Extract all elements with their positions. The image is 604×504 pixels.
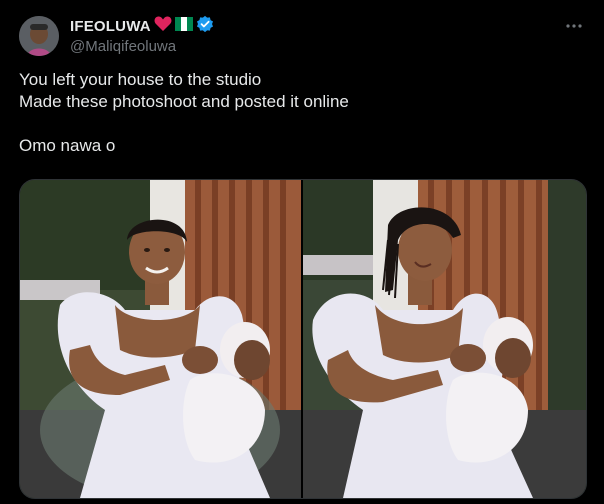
photo-image xyxy=(303,180,586,498)
tweet-text-blank-line xyxy=(19,113,579,135)
photo-2[interactable] xyxy=(303,180,586,498)
tweet-text-line: Made these photoshoot and posted it onli… xyxy=(19,92,349,111)
media-grid xyxy=(19,179,587,499)
tweet-text-line: Omo nawa o xyxy=(19,136,116,155)
author-block: IFEOLUWA @Maliqifeoluwa xyxy=(70,15,214,55)
photo-1[interactable] xyxy=(20,180,301,498)
photo-image xyxy=(20,180,301,498)
more-icon xyxy=(566,24,582,28)
display-name-row[interactable]: IFEOLUWA xyxy=(70,15,214,38)
avatar-image xyxy=(19,16,59,56)
tweet-text: You left your house to the studio Made t… xyxy=(19,69,579,157)
more-options-button[interactable] xyxy=(564,16,584,36)
handle[interactable]: @Maliqifeoluwa xyxy=(70,38,214,55)
tweet: IFEOLUWA @Maliqifeoluwa You left your ho… xyxy=(0,0,604,504)
tweet-text-line: You left your house to the studio xyxy=(19,70,262,89)
avatar[interactable] xyxy=(19,16,59,56)
red-heart-icon xyxy=(154,15,172,37)
verified-badge-icon xyxy=(196,15,214,38)
display-name[interactable]: IFEOLUWA xyxy=(70,18,151,35)
nigeria-flag-icon xyxy=(174,16,193,36)
